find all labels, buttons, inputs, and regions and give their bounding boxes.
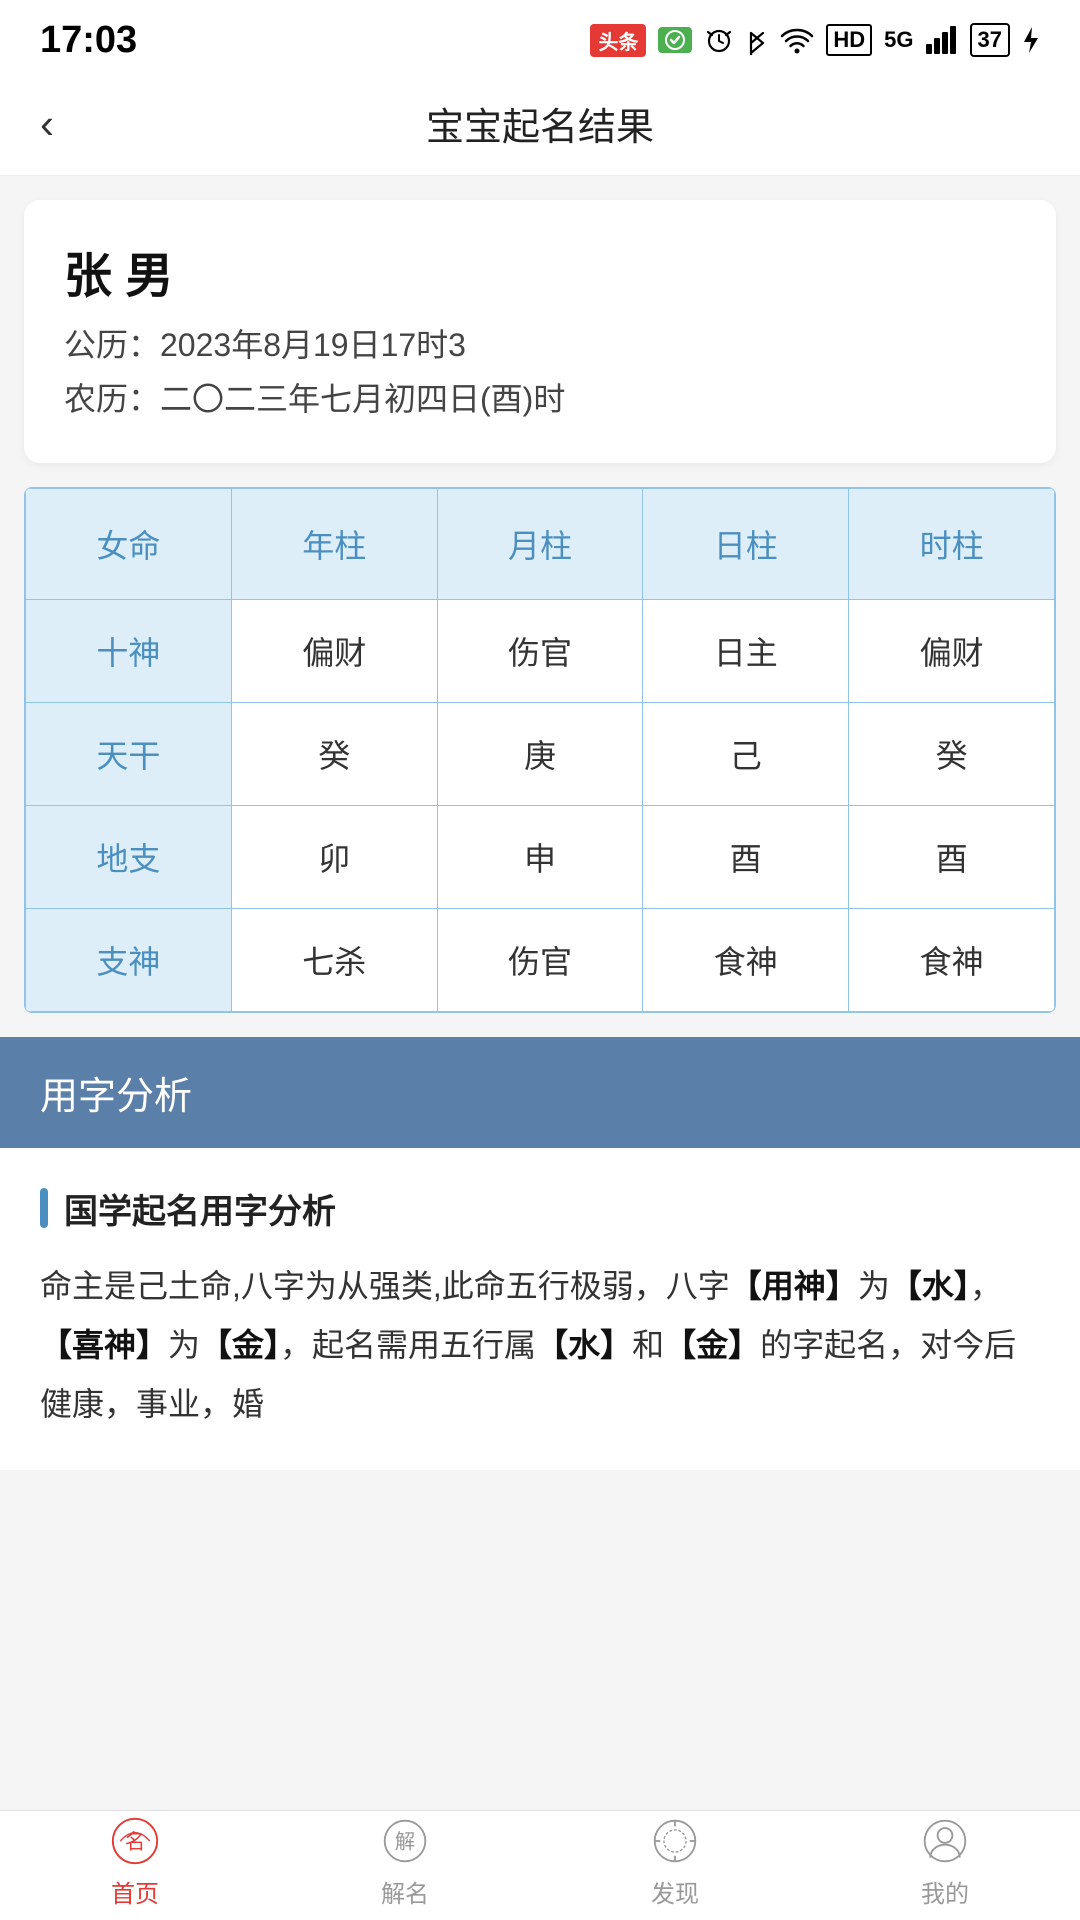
status-time: 17:03	[40, 19, 137, 62]
status-badge-red: 头条	[590, 24, 646, 57]
cell-tiangan-ri: 己	[643, 702, 849, 805]
col-header-nüming: 女命	[26, 488, 232, 599]
status-bar: 17:03 头条 HD 5G 37	[0, 0, 1080, 72]
cell-zhishen-nian: 七杀	[231, 908, 437, 1011]
table-row-dizhi: 地支 卯 申 酉 酉	[26, 805, 1055, 908]
bluetooth-icon	[746, 25, 768, 55]
cell-dizhi-ri: 酉	[643, 805, 849, 908]
row-label-shishen: 十神	[26, 599, 232, 702]
nav-jiemong[interactable]: 解 解名	[378, 1814, 432, 1909]
bottom-nav: 名 首页 解 解名 发现	[0, 1810, 1080, 1920]
row-label-zhishen: 支神	[26, 908, 232, 1011]
col-header-rizhu: 日柱	[643, 488, 849, 599]
cell-shishen-yue: 伤官	[437, 599, 643, 702]
table-row-zhishen: 支神 七杀 伤官 食神 食神	[26, 908, 1055, 1011]
cell-tiangan-shi: 癸	[849, 702, 1055, 805]
header: ‹ 宝宝起名结果	[0, 72, 1080, 176]
cell-shishen-nian: 偏财	[231, 599, 437, 702]
nav-profile-label: 我的	[921, 1874, 969, 1909]
col-header-shizhu: 时柱	[849, 488, 1055, 599]
analysis-text: 命主是己土命,八字为从强类,此命五行极弱，八字【用神】为【水】，【喜神】为【金】…	[40, 1257, 1040, 1435]
cell-shishen-ri: 日主	[643, 599, 849, 702]
jiemong-icon: 解	[378, 1814, 432, 1868]
wifi-icon	[780, 26, 814, 54]
cell-tiangan-yue: 庚	[437, 702, 643, 805]
home-icon: 名	[108, 1814, 162, 1868]
lunar-date: 农历：二〇二三年七月初四日(酉)时	[64, 372, 1016, 426]
svg-text:解: 解	[395, 1830, 415, 1853]
hd-badge: HD	[826, 24, 872, 56]
info-card: 张 男 公历：2023年8月19日17时3 农历：二〇二三年七月初四日(酉)时	[24, 200, 1056, 463]
alarm-icon	[704, 25, 734, 55]
analysis-subtitle: 国学起名用字分析	[40, 1184, 1040, 1233]
profile-icon	[918, 1814, 972, 1868]
page-title: 宝宝起名结果	[426, 96, 654, 151]
bazi-table: 女命 年柱 月柱 日柱 时柱 十神 偏财 伤官 日主 偏财 天干 癸	[25, 488, 1055, 1012]
cell-zhishen-yue: 伤官	[437, 908, 643, 1011]
cell-zhishen-ri: 食神	[643, 908, 849, 1011]
cell-tiangan-nian: 癸	[231, 702, 437, 805]
table-row-shishen: 十神 偏财 伤官 日主 偏财	[26, 599, 1055, 702]
nav-jiemong-label: 解名	[381, 1874, 429, 1909]
battery-level: 37	[970, 23, 1010, 57]
nav-home-label: 首页	[111, 1874, 159, 1909]
nav-discover-label: 发现	[651, 1874, 699, 1909]
row-label-tiangan: 天干	[26, 702, 232, 805]
5g-badge: 5G	[884, 27, 913, 53]
status-badge-green	[658, 27, 692, 53]
bazi-table-container: 女命 年柱 月柱 日柱 时柱 十神 偏财 伤官 日主 偏财 天干 癸	[24, 487, 1056, 1013]
subject-name: 张 男	[64, 236, 1016, 306]
row-label-dizhi: 地支	[26, 805, 232, 908]
signal-icon	[926, 26, 958, 54]
charging-icon	[1022, 25, 1040, 55]
col-header-nianzhu: 年柱	[231, 488, 437, 599]
table-row-tiangan: 天干 癸 庚 己 癸	[26, 702, 1055, 805]
cell-dizhi-nian: 卯	[231, 805, 437, 908]
analysis-header: 用字分析	[0, 1037, 1080, 1148]
nav-profile[interactable]: 我的	[918, 1814, 972, 1909]
status-icons: 头条 HD 5G 37	[590, 23, 1040, 57]
cell-dizhi-shi: 酉	[849, 805, 1055, 908]
analysis-body: 国学起名用字分析 命主是己土命,八字为从强类,此命五行极弱，八字【用神】为【水】…	[0, 1148, 1080, 1471]
analysis-section: 用字分析 国学起名用字分析 命主是己土命,八字为从强类,此命五行极弱，八字【用神…	[0, 1037, 1080, 1471]
solar-date: 公历：2023年8月19日17时3	[64, 318, 1016, 372]
cell-dizhi-yue: 申	[437, 805, 643, 908]
col-header-yuezhu: 月柱	[437, 488, 643, 599]
cell-zhishen-shi: 食神	[849, 908, 1055, 1011]
nav-home[interactable]: 名 首页	[108, 1814, 162, 1909]
back-button[interactable]: ‹	[40, 100, 54, 148]
nav-discover[interactable]: 发现	[648, 1814, 702, 1909]
cell-shishen-shi: 偏财	[849, 599, 1055, 702]
discover-icon	[648, 1814, 702, 1868]
